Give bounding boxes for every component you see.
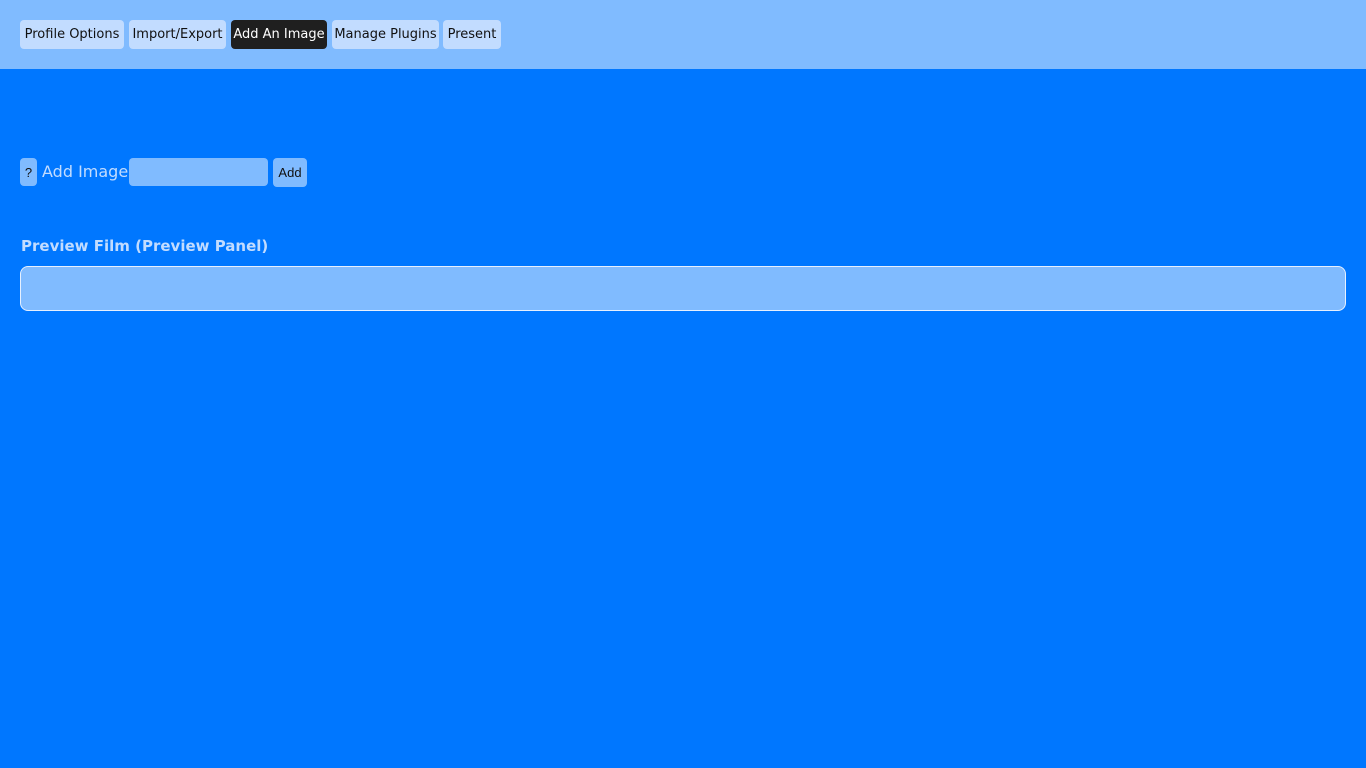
- tab-present[interactable]: Present: [443, 20, 501, 49]
- preview-film-panel[interactable]: [20, 266, 1346, 311]
- help-button[interactable]: ?: [20, 158, 37, 186]
- tab-profile-options[interactable]: Profile Options: [20, 20, 124, 49]
- tab-manage-plugins[interactable]: Manage Plugins: [332, 20, 439, 49]
- preview-panel-title: Preview Film (Preview Panel): [21, 237, 269, 255]
- add-button[interactable]: Add: [273, 158, 307, 187]
- tab-import-export[interactable]: Import/Export: [129, 20, 226, 49]
- tab-add-an-image[interactable]: Add An Image: [231, 20, 327, 49]
- top-navigation-bar: Profile Options Import/Export Add An Ima…: [0, 0, 1366, 69]
- image-url-input[interactable]: [129, 158, 268, 186]
- add-image-label: Add Image:: [42, 162, 134, 181]
